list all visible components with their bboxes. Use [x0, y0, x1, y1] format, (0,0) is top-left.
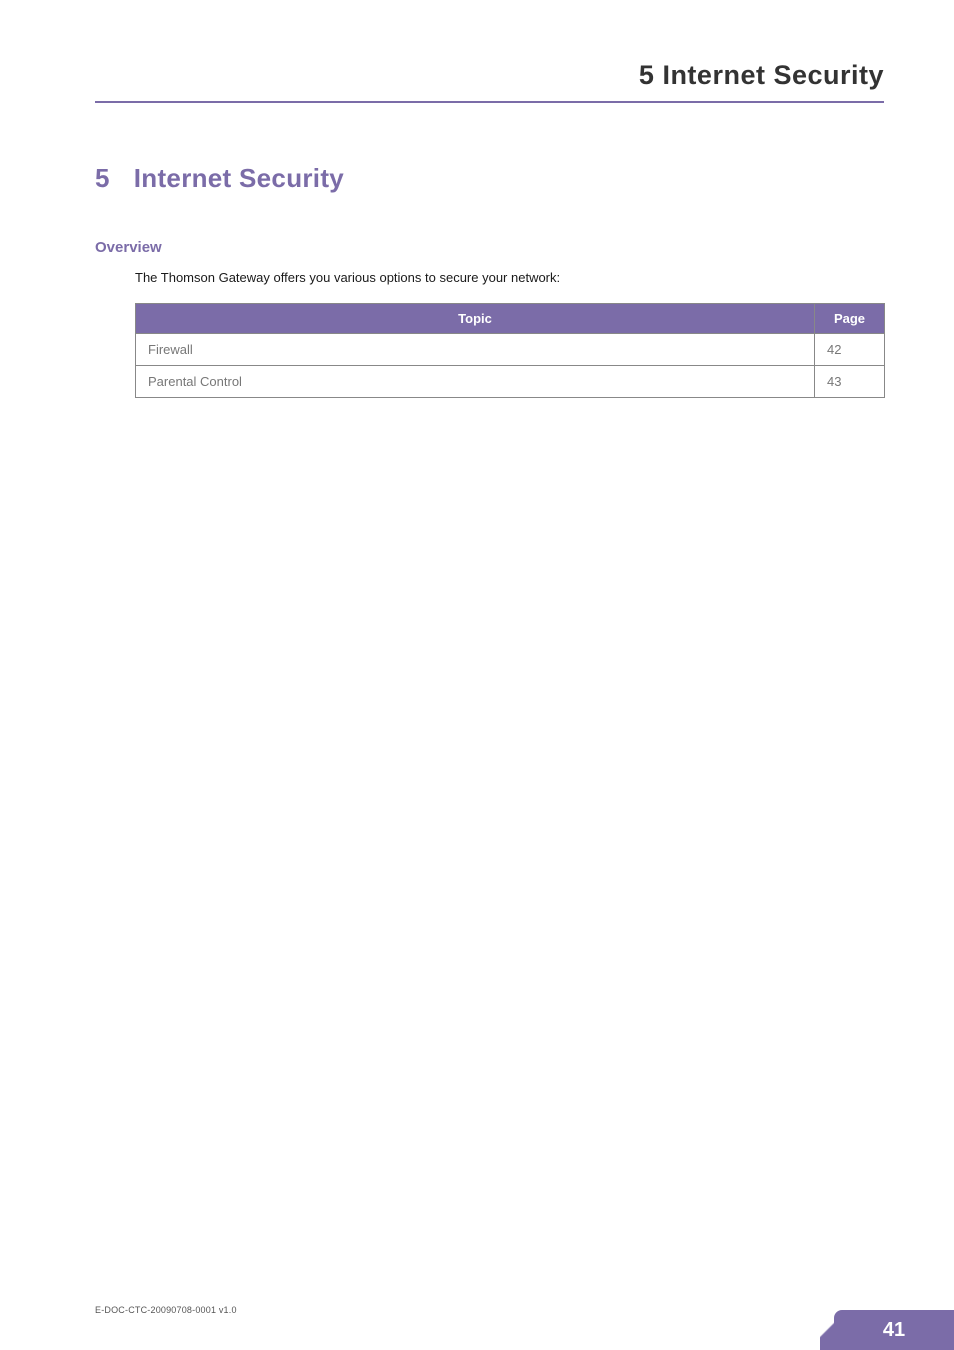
running-header-number: 5	[639, 60, 655, 90]
chapter-heading: 5 Internet Security	[95, 163, 884, 194]
page-number: 41	[883, 1319, 905, 1341]
table-header-topic: Topic	[136, 304, 815, 334]
table-cell-topic: Parental Control	[136, 366, 815, 398]
running-header: 5 Internet Security	[95, 60, 884, 103]
table-cell-page: 43	[815, 366, 885, 398]
chapter-number: 5	[95, 163, 110, 194]
page-footer: E-DOC-CTC-20090708-0001 v1.0 41	[0, 1310, 954, 1350]
overview-text: The Thomson Gateway offers you various o…	[135, 270, 884, 285]
running-header-title: Internet Security	[662, 60, 884, 90]
table-row: Parental Control 43	[136, 366, 885, 398]
overview-heading: Overview	[95, 239, 884, 256]
document-id: E-DOC-CTC-20090708-0001 v1.0	[95, 1305, 237, 1315]
table-cell-page: 42	[815, 334, 885, 366]
chapter-title: Internet Security	[134, 163, 344, 193]
table-header-row: Topic Page	[136, 304, 885, 334]
page-number-tab: 41	[834, 1310, 954, 1350]
table-cell-topic: Firewall	[136, 334, 815, 366]
topic-table: Topic Page Firewall 42 Parental Control …	[135, 303, 885, 398]
table-row: Firewall 42	[136, 334, 885, 366]
table-header-page: Page	[815, 304, 885, 334]
